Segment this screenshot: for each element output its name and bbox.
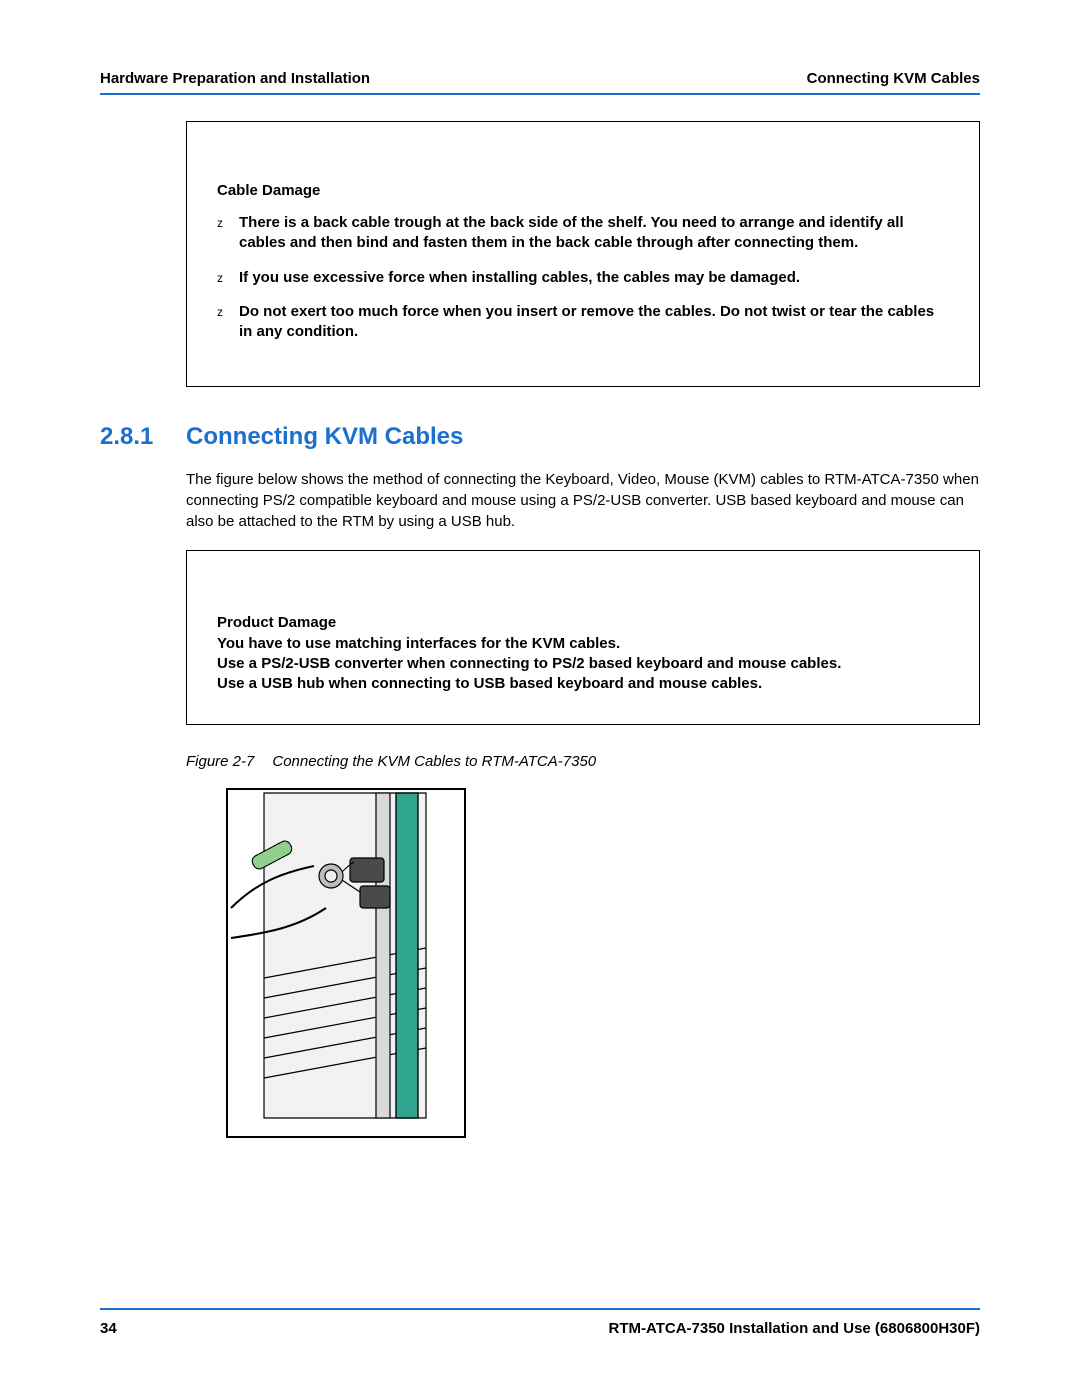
footer-row: 34 RTM-ATCA-7350 Installation and Use (6…	[100, 1320, 980, 1337]
figure-illustration	[226, 788, 980, 1143]
notice-title: Product Damage	[217, 613, 949, 633]
notice-line: Use a PS/2-USB converter when connecting…	[217, 654, 949, 674]
list-item-text: If you use excessive force when installi…	[239, 269, 800, 286]
running-header: Hardware Preparation and Installation Co…	[100, 70, 980, 93]
kvm-cable-diagram	[226, 788, 466, 1138]
notice-title: Cable Damage	[217, 182, 949, 199]
product-damage-notice: Product Damage You have to use matching …	[186, 550, 980, 725]
bullet-marker: z	[217, 215, 223, 231]
section-number: 2.8.1	[100, 423, 186, 451]
section-heading: 2.8.1 Connecting KVM Cables	[186, 423, 980, 451]
list-item: z If you use excessive force when install…	[217, 268, 949, 288]
section-title: Connecting KVM Cables	[186, 423, 463, 451]
bullet-marker: z	[217, 304, 223, 320]
cable-damage-notice: Cable Damage z There is a back cable trou…	[186, 121, 980, 387]
page-number: 34	[100, 1320, 117, 1337]
content-area: Cable Damage z There is a back cable trou…	[186, 121, 980, 1143]
list-item-text: There is a back cable trough at the back…	[239, 214, 904, 251]
notice-line: You have to use matching interfaces for …	[217, 634, 949, 654]
footer: 34 RTM-ATCA-7350 Installation and Use (6…	[100, 1308, 980, 1337]
header-rule	[100, 93, 980, 95]
list-item: z Do not exert too much force when you in…	[217, 302, 949, 343]
header-left: Hardware Preparation and Installation	[100, 70, 370, 87]
notice-line: Use a USB hub when connecting to USB bas…	[217, 674, 949, 694]
page: Hardware Preparation and Installation Co…	[0, 0, 1080, 1397]
doc-title: RTM-ATCA-7350 Installation and Use (6806…	[609, 1320, 981, 1337]
list-item: z There is a back cable trough at the bac…	[217, 213, 949, 254]
footer-rule	[100, 1308, 980, 1310]
list-item-text: Do not exert too much force when you ins…	[239, 303, 934, 340]
figure-caption: Figure 2-7 Connecting the KVM Cables to R…	[186, 753, 980, 770]
figure-caption-text: Connecting the KVM Cables to RTM-ATCA-73…	[272, 753, 596, 770]
figure-label: Figure 2-7	[186, 753, 254, 770]
notice-list: z There is a back cable trough at the bac…	[217, 213, 949, 342]
bullet-marker: z	[217, 270, 223, 286]
body-paragraph: The figure below shows the method of con…	[186, 469, 980, 532]
header-right: Connecting KVM Cables	[807, 70, 980, 87]
